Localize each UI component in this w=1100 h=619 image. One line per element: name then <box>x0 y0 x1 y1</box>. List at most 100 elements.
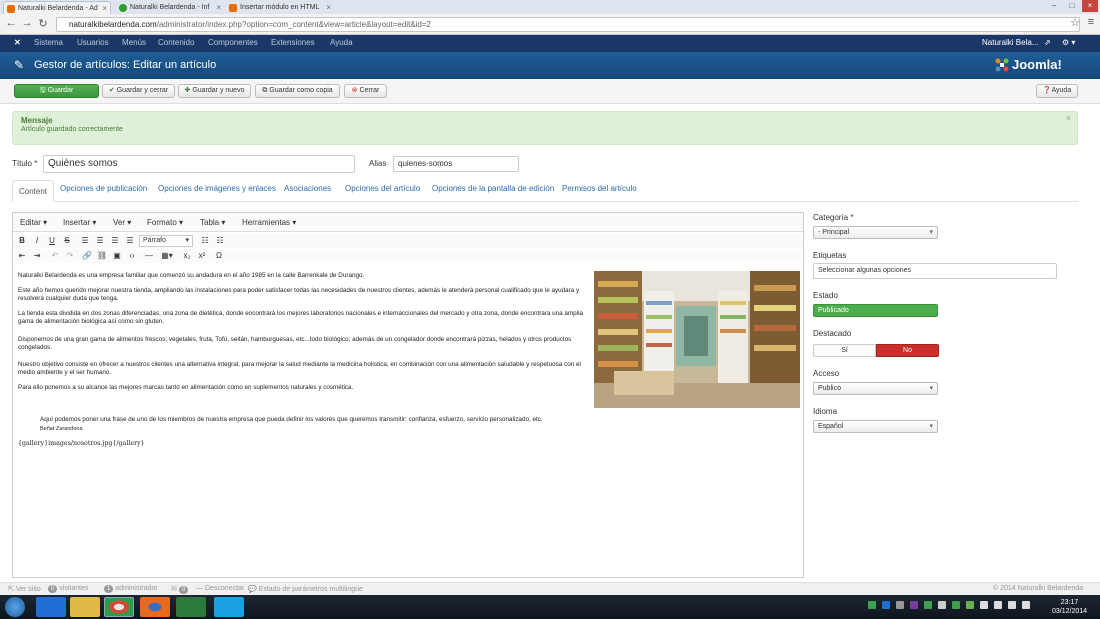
menu-ver[interactable]: Ver ▾ <box>113 218 131 227</box>
logout-link[interactable]: — Desconectar <box>196 585 244 592</box>
menu-herramientas[interactable]: Herramientas ▾ <box>242 218 296 227</box>
site-user-link[interactable]: Naturalki Bela... <box>982 38 1038 47</box>
table-icon[interactable]: ▦▾ <box>158 250 176 262</box>
window-close-icon[interactable]: × <box>1082 0 1098 12</box>
action-center-icon[interactable] <box>1022 601 1030 609</box>
undo-icon[interactable]: ↶ <box>49 250 61 262</box>
alias-input[interactable]: quienes-somos <box>393 156 519 172</box>
align-center-icon[interactable]: ☰ <box>94 235 106 247</box>
flag-icon[interactable] <box>1008 601 1016 609</box>
clock[interactable]: 23:17 03/12/2014 <box>1052 598 1087 616</box>
multilang-status-link[interactable]: 💬 Estado de parámetros multilingüe <box>248 585 363 593</box>
tray-icon[interactable] <box>952 601 960 609</box>
firefox-taskbar-icon[interactable] <box>140 597 170 617</box>
indent-icon[interactable]: ⇥ <box>31 250 43 262</box>
subscript-icon[interactable]: x₂ <box>181 250 193 262</box>
tray-icon[interactable] <box>966 601 974 609</box>
save-close-button[interactable]: ✔ Guardar y cerrar <box>102 84 175 98</box>
menu-formato[interactable]: Formato ▾ <box>147 218 183 227</box>
joomla-menu-icon[interactable]: ✕ <box>14 38 21 47</box>
network-icon[interactable] <box>980 601 988 609</box>
volume-icon[interactable] <box>994 601 1002 609</box>
tab-permissions[interactable]: Permisos del artículo <box>562 184 637 193</box>
save-copy-button[interactable]: ⧉ Guardar como copia <box>255 84 340 98</box>
explorer-taskbar-icon[interactable] <box>70 597 100 617</box>
underline-icon[interactable]: U <box>46 235 58 247</box>
close-tab-icon[interactable]: × <box>216 1 221 14</box>
dropbox-taskbar-icon[interactable] <box>36 597 66 617</box>
tab-images-links[interactable]: Opciones de imágenes y enlaces <box>158 184 276 193</box>
view-site-link[interactable]: ⇱ Ver sitio <box>8 585 41 593</box>
filezilla-taskbar-icon[interactable] <box>176 597 206 617</box>
menu-tabla[interactable]: Tabla ▾ <box>200 218 225 227</box>
unlink-icon[interactable]: ⛓ <box>96 250 108 262</box>
horizontal-rule-icon[interactable]: — <box>143 250 155 262</box>
featured-no-button[interactable]: No <box>876 344 939 357</box>
align-right-icon[interactable]: ☰ <box>109 235 121 247</box>
nav-menus[interactable]: Menús <box>122 38 146 47</box>
tray-icon[interactable] <box>868 601 876 609</box>
special-character-icon[interactable]: Ω <box>213 250 225 262</box>
tray-icon[interactable] <box>924 601 932 609</box>
justify-icon[interactable]: ☰ <box>124 235 136 247</box>
featured-yes-button[interactable]: Sí <box>813 344 876 357</box>
menu-editar[interactable]: Editar ▾ <box>20 218 47 227</box>
browser-tab-admin[interactable]: Naturalki Belardenda - Ad × <box>3 1 111 14</box>
tray-icon[interactable] <box>910 601 918 609</box>
maximize-icon[interactable]: □ <box>1064 0 1080 12</box>
back-icon[interactable]: ← <box>4 17 18 29</box>
language-select[interactable]: Español <box>813 420 938 433</box>
minimize-icon[interactable]: – <box>1046 0 1062 12</box>
close-tab-icon[interactable]: × <box>102 2 107 14</box>
code-icon[interactable]: ‹› <box>126 250 138 262</box>
forward-icon[interactable]: → <box>20 17 34 29</box>
tab-edit-screen-options[interactable]: Opciones de la pantalla de edición <box>432 184 554 193</box>
bookmark-star-icon[interactable]: ☆ <box>1068 16 1082 29</box>
image-icon[interactable]: ▣ <box>111 250 123 262</box>
settings-gear-icon[interactable]: ⚙ ▾ <box>1062 38 1075 47</box>
nav-usuarios[interactable]: Usuarios <box>77 38 109 47</box>
menu-insertar[interactable]: Insertar ▾ <box>63 218 96 227</box>
paragraph-format-select[interactable]: Párrafo ▾ <box>139 235 193 247</box>
tab-content[interactable]: Content <box>12 180 55 202</box>
reload-icon[interactable]: ↻ <box>36 17 50 30</box>
editor-content-area[interactable]: Naturalki Belardenda es una empresa fami… <box>13 265 803 577</box>
browser-tab-info[interactable]: Naturalki Belardenda - Inf × <box>116 1 224 14</box>
external-link-icon[interactable]: ⇗ <box>1044 38 1051 47</box>
save-button[interactable]: 🖫 Guardar <box>14 84 99 98</box>
tray-icon[interactable] <box>882 601 890 609</box>
nav-componentes[interactable]: Componentes <box>208 38 258 47</box>
italic-icon[interactable]: I <box>31 235 43 247</box>
browser-tab-module[interactable]: Insertar módulo en HTML × <box>226 1 334 14</box>
superscript-icon[interactable]: x² <box>196 250 208 262</box>
nav-extensiones[interactable]: Extensiones <box>271 38 315 47</box>
address-bar[interactable]: naturalkibelardenda.com/administrator/in… <box>56 17 1080 32</box>
start-button-icon[interactable] <box>5 597 25 617</box>
save-new-button[interactable]: ✚ Guardar y nuevo <box>178 84 251 98</box>
tab-publishing[interactable]: Opciones de publicación <box>60 184 147 193</box>
tab-article-options[interactable]: Opciones del artículo <box>345 184 420 193</box>
nav-contenido[interactable]: Contenido <box>158 38 194 47</box>
bold-icon[interactable]: B <box>16 235 28 247</box>
tray-icon[interactable] <box>938 601 946 609</box>
redo-icon[interactable]: ↷ <box>64 250 76 262</box>
chrome-taskbar-icon[interactable] <box>104 597 134 617</box>
messages-status[interactable]: ✉ 0 <box>171 585 189 594</box>
skype-taskbar-icon[interactable] <box>214 597 244 617</box>
nav-ayuda[interactable]: Ayuda <box>330 38 353 47</box>
close-button[interactable]: ⊗ Cerrar <box>344 84 387 98</box>
close-tab-icon[interactable]: × <box>326 1 331 14</box>
help-button[interactable]: ❓Ayuda <box>1036 84 1078 98</box>
link-icon[interactable]: 🔗 <box>81 250 93 262</box>
title-input[interactable]: Quiénes somos <box>43 155 355 173</box>
numbered-list-icon[interactable]: ☷ <box>214 235 226 247</box>
align-left-icon[interactable]: ☰ <box>79 235 91 247</box>
tags-input[interactable]: Seleccionar algunas opciones <box>813 263 1057 279</box>
bullet-list-icon[interactable]: ☷ <box>199 235 211 247</box>
nav-sistema[interactable]: Sistema <box>34 38 63 47</box>
strikethrough-icon[interactable]: S <box>61 235 73 247</box>
category-select[interactable]: - Principal <box>813 226 938 239</box>
dismiss-message-icon[interactable]: × <box>1066 113 1071 123</box>
tab-associations[interactable]: Asociaciones <box>284 184 331 193</box>
access-select[interactable]: Publico <box>813 382 938 395</box>
